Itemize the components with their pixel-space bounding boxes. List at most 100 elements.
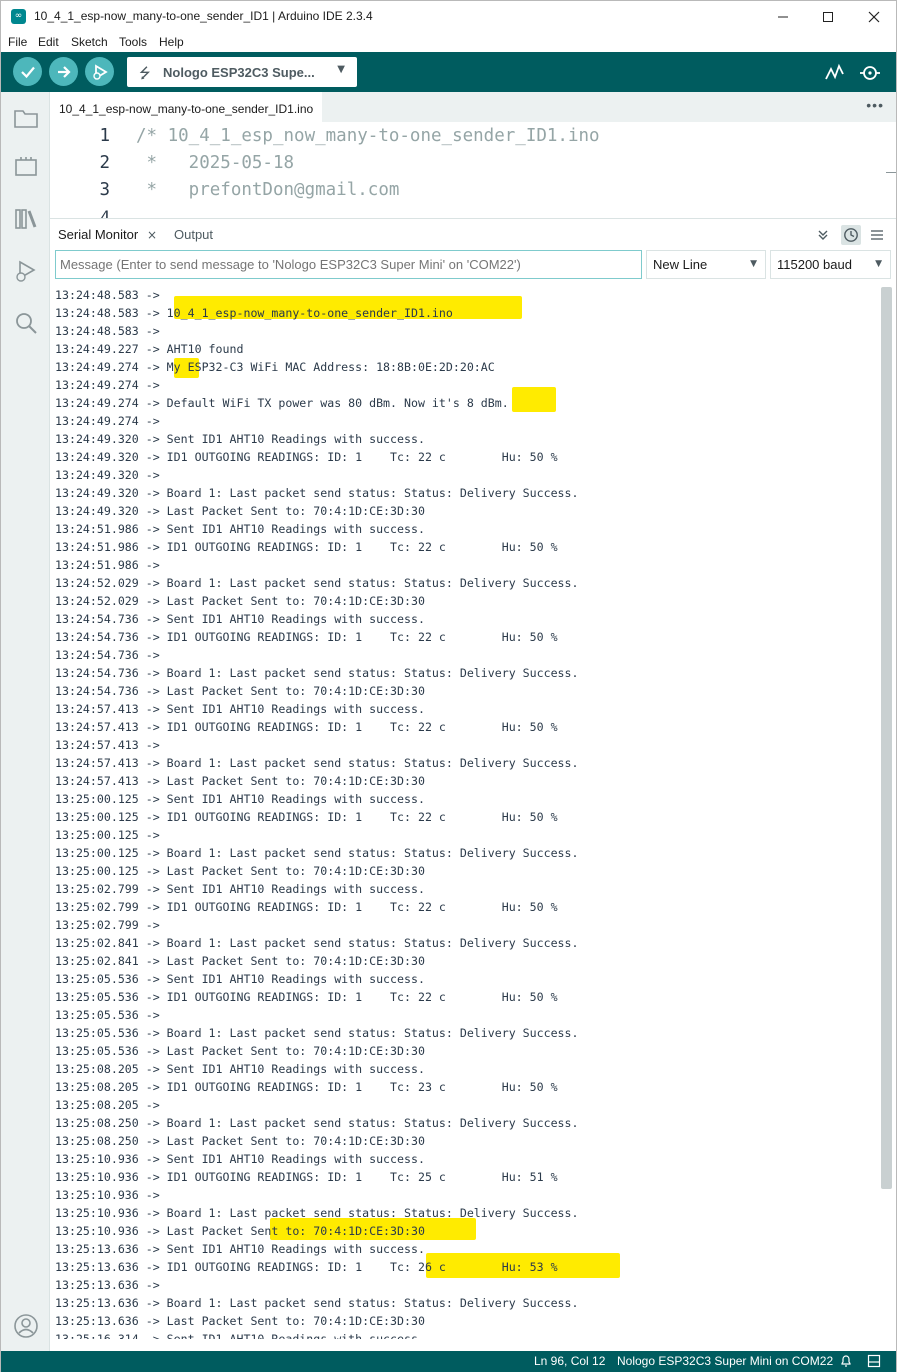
serial-log-line: 13:24:54.736 -> Last Packet Sent to: 70:… bbox=[55, 684, 425, 698]
baud-rate-select[interactable]: 115200 baud ▼ bbox=[770, 250, 891, 279]
serial-log-line: 13:25:00.125 -> bbox=[55, 828, 160, 842]
line-number: 3 bbox=[99, 180, 110, 200]
close-icon bbox=[868, 11, 880, 22]
menu-help[interactable]: Help bbox=[159, 35, 184, 49]
serial-log-line: 13:25:08.250 -> Board 1: Last packet sen… bbox=[55, 1116, 579, 1130]
chevron-down-icon: ▼ bbox=[750, 259, 757, 269]
serial-log-line: 13:25:13.636 -> ID1 OUTGOING READINGS: I… bbox=[55, 1260, 558, 1274]
serial-log-line: 13:25:16.314 -> Sent ID1 AHT10 Readings … bbox=[55, 1332, 425, 1339]
serial-log-line: 13:24:54.736 -> ID1 OUTGOING READINGS: I… bbox=[55, 630, 558, 644]
menu-file[interactable]: File bbox=[8, 35, 27, 49]
minimize-icon bbox=[778, 16, 788, 17]
serial-log-line: 13:24:52.029 -> Last Packet Sent to: 70:… bbox=[55, 594, 425, 608]
tab-output[interactable]: Output bbox=[174, 227, 213, 242]
menu-edit[interactable]: Edit bbox=[38, 35, 59, 49]
line-ending-select[interactable]: New Line ▼ bbox=[646, 250, 766, 279]
serial-log-line: 13:25:10.936 -> Sent ID1 AHT10 Readings … bbox=[55, 1152, 425, 1166]
upload-button[interactable] bbox=[49, 57, 78, 86]
menu-tools[interactable]: Tools bbox=[119, 35, 147, 49]
line-ending-value: New Line bbox=[653, 257, 708, 272]
double-chevron-down-icon bbox=[818, 230, 828, 240]
serial-log-line: 13:25:10.936 -> bbox=[55, 1188, 160, 1202]
serial-monitor-button[interactable] bbox=[859, 62, 881, 84]
serial-log-line: 13:25:02.799 -> bbox=[55, 918, 160, 932]
serial-log-line: 13:24:54.736 -> bbox=[55, 648, 160, 662]
window-title: 10_4_1_esp-now_many-to-one_sender_ID1 | … bbox=[34, 9, 373, 23]
serial-log-line: 13:24:48.583 -> bbox=[55, 288, 160, 302]
line-number: 1 bbox=[99, 126, 110, 146]
serial-log-line: 13:25:05.536 -> Last Packet Sent to: 70:… bbox=[55, 1044, 425, 1058]
checkmark-icon bbox=[20, 66, 35, 78]
sketchbook-button[interactable] bbox=[12, 104, 40, 132]
search-button[interactable] bbox=[12, 309, 40, 337]
serial-log-line: 13:25:02.841 -> Board 1: Last packet sen… bbox=[55, 936, 579, 950]
serial-log-line: 13:24:49.227 -> AHT10 found bbox=[55, 342, 244, 356]
boards-manager-button[interactable] bbox=[12, 153, 40, 181]
editor-scrollbar[interactable] bbox=[882, 122, 896, 218]
editor-tab-bar: 10_4_1_esp-now_many-to-one_sender_ID1.in… bbox=[50, 92, 896, 122]
search-icon bbox=[16, 313, 37, 334]
board-port-status[interactable]: Nologo ESP32C3 Super Mini on COM22 bbox=[617, 1354, 833, 1368]
serial-log-line: 13:25:10.936 -> Board 1: Last packet sen… bbox=[55, 1206, 579, 1220]
serial-log-line: 13:25:05.536 -> bbox=[55, 1008, 160, 1022]
line-text: * prefontDon@gmail.com bbox=[136, 180, 400, 200]
board-selector-label: Nologo ESP32C3 Supe... bbox=[163, 65, 315, 80]
title-bar: ∞ 10_4_1_esp-now_many-to-one_sender_ID1 … bbox=[1, 1, 896, 32]
serial-plotter-button[interactable] bbox=[824, 62, 846, 84]
serial-log-line: 13:24:49.274 -> Default WiFi TX power wa… bbox=[55, 396, 509, 410]
toggle-autoscroll-button[interactable] bbox=[813, 225, 833, 245]
tab-sketch-file[interactable]: 10_4_1_esp-now_many-to-one_sender_ID1.in… bbox=[50, 92, 323, 122]
serial-log-line: 13:24:57.413 -> ID1 OUTGOING READINGS: I… bbox=[55, 720, 558, 734]
close-tab-icon[interactable]: × bbox=[147, 228, 157, 242]
cursor-position[interactable]: Ln 96, Col 12 bbox=[534, 1354, 605, 1368]
serial-log-line: 13:25:13.636 -> Sent ID1 AHT10 Readings … bbox=[55, 1242, 425, 1256]
serial-log-line: 13:25:05.536 -> Board 1: Last packet sen… bbox=[55, 1026, 579, 1040]
serial-monitor-icon bbox=[860, 66, 880, 80]
board-selector[interactable]: ⭍ Nologo ESP32C3 Supe... ▼ bbox=[127, 57, 357, 87]
close-window-button[interactable] bbox=[851, 1, 897, 32]
serial-log-line: 13:24:54.736 -> Board 1: Last packet sen… bbox=[55, 666, 579, 680]
baud-rate-value: 115200 baud bbox=[777, 257, 852, 272]
line-text: * 2025-05-18 bbox=[136, 153, 295, 173]
serial-log-line: 13:25:00.125 -> Sent ID1 AHT10 Readings … bbox=[55, 792, 425, 806]
serial-log-line: 13:24:49.320 -> Board 1: Last packet sen… bbox=[55, 486, 579, 500]
debug-icon bbox=[92, 63, 108, 80]
serial-log-line: 13:25:05.536 -> ID1 OUTGOING READINGS: I… bbox=[55, 990, 558, 1004]
library-manager-button[interactable] bbox=[12, 205, 40, 233]
serial-log-line: 13:25:00.125 -> ID1 OUTGOING READINGS: I… bbox=[55, 810, 558, 824]
account-button[interactable] bbox=[12, 1312, 40, 1340]
menu-bar: File Edit Sketch Tools Help bbox=[1, 32, 896, 52]
serial-log-line: 13:24:48.583 -> bbox=[55, 324, 160, 338]
clear-output-button[interactable] bbox=[867, 225, 887, 245]
debug-panel-button[interactable] bbox=[12, 257, 40, 285]
debug-button[interactable] bbox=[85, 57, 114, 86]
serial-message-input[interactable] bbox=[55, 250, 642, 279]
serial-log-line: 13:24:49.320 -> Last Packet Sent to: 70:… bbox=[55, 504, 425, 518]
tab-serial-monitor[interactable]: Serial Monitor bbox=[58, 227, 138, 242]
chevron-down-icon: ▼ bbox=[337, 64, 345, 75]
serial-log-line: 13:25:10.936 -> Last Packet Sent to: 70:… bbox=[55, 1224, 425, 1238]
board-icon bbox=[15, 157, 37, 176]
serial-log-line: 13:24:57.413 -> Board 1: Last packet sen… bbox=[55, 756, 579, 770]
minimize-button[interactable] bbox=[760, 1, 806, 32]
ide-window: ∞ 10_4_1_esp-now_many-to-one_sender_ID1 … bbox=[0, 0, 897, 1372]
serial-output[interactable]: 13:24:48.583 -> 13:24:48.583 -> 10_4_1_es… bbox=[50, 283, 896, 1339]
clear-list-icon bbox=[871, 230, 883, 240]
arduino-app-icon: ∞ bbox=[11, 9, 26, 24]
serial-log-line: 13:25:05.536 -> Sent ID1 AHT10 Readings … bbox=[55, 972, 425, 986]
maximize-button[interactable] bbox=[805, 1, 851, 32]
activity-bar bbox=[1, 92, 50, 1351]
menu-sketch[interactable]: Sketch bbox=[71, 35, 108, 49]
arrow-right-icon bbox=[57, 65, 71, 78]
output-scrollbar[interactable] bbox=[881, 287, 892, 1189]
verify-button[interactable] bbox=[13, 57, 42, 86]
more-icon[interactable]: ••• bbox=[866, 97, 884, 113]
code-editor[interactable]: 1 /* 10_4_1_esp_now_many-to-one_sender_I… bbox=[50, 122, 896, 218]
serial-log-line: 13:25:08.205 -> bbox=[55, 1098, 160, 1112]
library-icon bbox=[15, 209, 37, 229]
bell-icon[interactable] bbox=[839, 1354, 853, 1371]
clock-icon bbox=[844, 228, 858, 242]
serial-log-line: 13:24:57.413 -> bbox=[55, 738, 160, 752]
toggle-timestamp-button[interactable] bbox=[841, 225, 861, 245]
panel-toggle-icon[interactable] bbox=[867, 1354, 881, 1371]
